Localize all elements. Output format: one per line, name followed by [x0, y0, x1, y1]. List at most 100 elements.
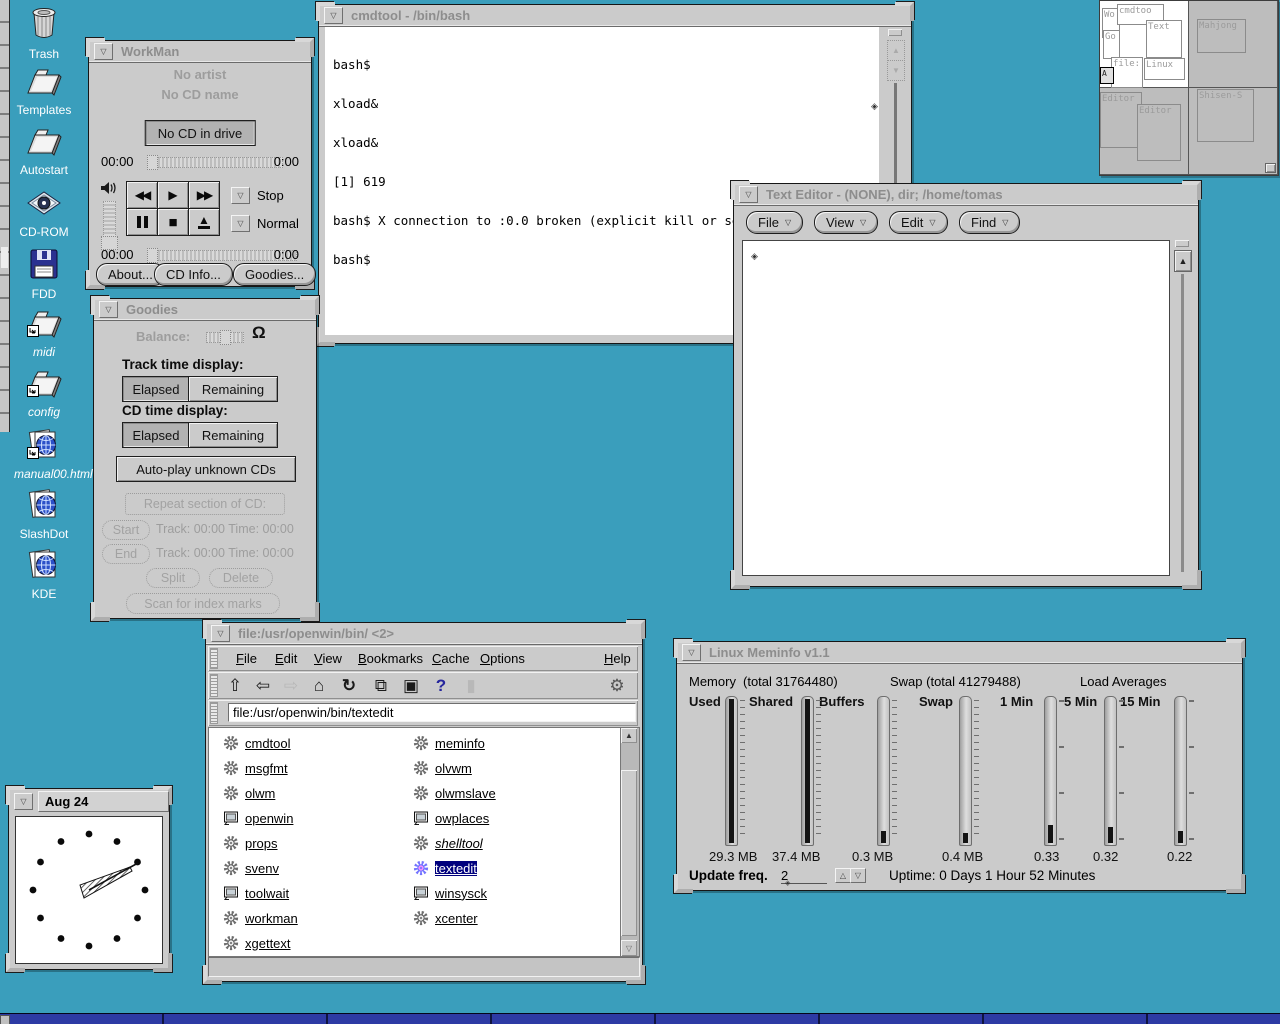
file-link[interactable]: workman — [245, 911, 298, 926]
toolbar-grip[interactable] — [210, 674, 218, 697]
up-icon[interactable]: ⇧ — [224, 675, 246, 697]
file-menu-button[interactable]: File▽ — [746, 211, 803, 234]
file-item[interactable]: props — [223, 832, 278, 854]
pager-icon-clock[interactable]: A — [1100, 67, 1114, 84]
pager-window-editor1[interactable]: Editor — [1100, 92, 1142, 148]
shared-gauge[interactable] — [801, 696, 814, 846]
cd-info-button[interactable]: CD Info... — [154, 263, 233, 286]
scrollbar-anchor[interactable] — [888, 29, 902, 36]
desktop-icon-slashdot[interactable]: SlashDot — [14, 488, 74, 541]
texteditor-scrollbar[interactable]: ▲ — [1172, 240, 1194, 574]
pager-window-shisen[interactable]: Shisen-S — [1197, 89, 1254, 142]
cmdtool-titlebar[interactable]: ▽ cmdtool - /bin/bash — [319, 5, 911, 27]
clock-titlebar[interactable]: ▽ Aug 24 — [9, 789, 169, 814]
reload-icon[interactable]: ↻ — [338, 675, 360, 697]
file-item[interactable]: xgettext — [223, 932, 291, 954]
cd-remaining-button[interactable]: Remaining — [188, 422, 278, 448]
file-item[interactable]: toolwait — [223, 882, 289, 904]
file-item[interactable]: cmdtool — [223, 732, 291, 754]
file-link-symlink[interactable]: shelltool — [435, 836, 483, 851]
locationbar-grip[interactable] — [210, 702, 218, 724]
desktop-icon-cdrom[interactable]: CD-ROM — [14, 188, 74, 239]
window-menu-button[interactable]: ▽ — [211, 625, 230, 642]
pager-resize-handle[interactable] — [1265, 163, 1276, 173]
pager-window-editor2[interactable]: Editor — [1137, 104, 1181, 161]
autoplay-button[interactable]: Auto-play unknown CDs — [116, 456, 296, 482]
buffers-gauge[interactable] — [877, 696, 890, 846]
menu-help[interactable]: Help — [604, 651, 631, 666]
scrollbar-anchor[interactable] — [1175, 240, 1189, 247]
file-item[interactable]: msgfmt — [223, 757, 288, 779]
file-link[interactable]: textedit — [435, 861, 477, 876]
desktop-icon-kde[interactable]: KDE — [14, 548, 74, 601]
pager-window-filemanager[interactable]: file: — [1111, 57, 1143, 88]
load5-gauge[interactable] — [1104, 696, 1117, 846]
desktop-icon-fdd[interactable]: FDD — [14, 248, 74, 301]
paste-icon[interactable]: ▣ — [400, 675, 422, 697]
panel-edge-strip[interactable] — [0, 0, 10, 432]
desktop-icon-autostart[interactable]: Autostart — [14, 126, 74, 177]
pause-button[interactable] — [126, 208, 158, 236]
menu-edit[interactable]: Edit — [275, 651, 297, 666]
file-item[interactable]: svenv — [223, 857, 279, 879]
file-link[interactable]: cmdtool — [245, 736, 291, 751]
window-menu-button[interactable]: ▽ — [682, 644, 701, 661]
help-icon[interactable]: ? — [430, 675, 452, 697]
file-item[interactable]: olwm — [223, 782, 275, 804]
window-menu-button[interactable]: ▽ — [739, 186, 758, 203]
pager-desktop-3[interactable]: Editor Editor — [1100, 88, 1189, 175]
file-link[interactable]: owplaces — [435, 811, 489, 826]
track-elapsed-button[interactable]: Elapsed — [122, 376, 190, 402]
find-menu-button[interactable]: Find▽ — [959, 211, 1020, 234]
window-menu-button[interactable]: ▽ — [324, 7, 343, 24]
file-link[interactable]: winsysck — [435, 886, 487, 901]
volume-slider[interactable] — [103, 201, 116, 249]
edit-menu-button[interactable]: Edit▽ — [889, 211, 948, 234]
file-link[interactable]: openwin — [245, 811, 293, 826]
file-link[interactable]: olwmslave — [435, 786, 496, 801]
file-item[interactable]: shelltool — [413, 832, 483, 854]
scroll-up-icon[interactable]: ▲ — [887, 40, 905, 61]
scroll-down-icon[interactable]: ▼ — [887, 60, 905, 81]
file-item[interactable]: olvwm — [413, 757, 472, 779]
file-item[interactable]: meminfo — [413, 732, 485, 754]
file-link[interactable]: xgettext — [245, 936, 291, 951]
location-input[interactable] — [228, 703, 636, 722]
spinner-up-button[interactable]: △ — [835, 868, 851, 883]
back-icon[interactable]: ⇦ — [252, 675, 274, 697]
file-link[interactable]: meminfo — [435, 736, 485, 751]
forward-icon[interactable]: ⇨ — [280, 675, 302, 697]
stop-icon[interactable]: ▮ — [460, 675, 482, 697]
play-mode-menu-button[interactable]: ▽ — [231, 187, 250, 204]
pager-desktop-1[interactable]: Wo cmdtoo Text Go file: Linux A — [1100, 1, 1189, 88]
pager-desktop-4[interactable]: Shisen-S — [1189, 88, 1278, 175]
file-item[interactable]: workman — [223, 907, 298, 929]
file-link[interactable]: xcenter — [435, 911, 478, 926]
menubar-grip[interactable] — [210, 648, 218, 669]
desktop-icon-trash[interactable]: Trash — [14, 6, 74, 61]
balance-slider[interactable] — [206, 332, 244, 343]
load1-gauge[interactable] — [1044, 696, 1057, 846]
copy-icon[interactable]: ⧉ — [370, 675, 392, 697]
file-link[interactable]: svenv — [245, 861, 279, 876]
cd-elapsed-button[interactable]: Elapsed — [122, 422, 190, 448]
swap-gauge[interactable] — [959, 696, 972, 846]
filemanager-titlebar[interactable]: ▽ file:/usr/openwin/bin/ <2> — [206, 623, 642, 645]
kde-gear-icon[interactable]: ⚙ — [606, 675, 628, 697]
file-link[interactable]: olwm — [245, 786, 275, 801]
order-mode-menu-button[interactable]: ▽ — [231, 215, 250, 232]
menu-file[interactable]: File — [236, 651, 257, 666]
view-menu-button[interactable]: View▽ — [814, 211, 878, 234]
menu-options[interactable]: Options — [480, 651, 525, 666]
pager-window-texteditor[interactable]: Text — [1146, 20, 1182, 58]
track-remaining-button[interactable]: Remaining — [188, 376, 278, 402]
editor-text-area[interactable]: ◈ — [742, 240, 1170, 576]
file-item[interactable]: winsysck — [413, 882, 487, 904]
filelist-scrollbar[interactable]: ▲ ▽ — [620, 727, 640, 957]
file-item-selected[interactable]: textedit — [413, 857, 477, 879]
file-item[interactable]: olwmslave — [413, 782, 496, 804]
play-button[interactable]: ▶ — [157, 181, 189, 209]
used-gauge[interactable] — [725, 696, 738, 846]
scrollbar-track[interactable] — [1181, 274, 1184, 572]
workman-titlebar[interactable]: ▽ WorkMan — [89, 41, 311, 63]
